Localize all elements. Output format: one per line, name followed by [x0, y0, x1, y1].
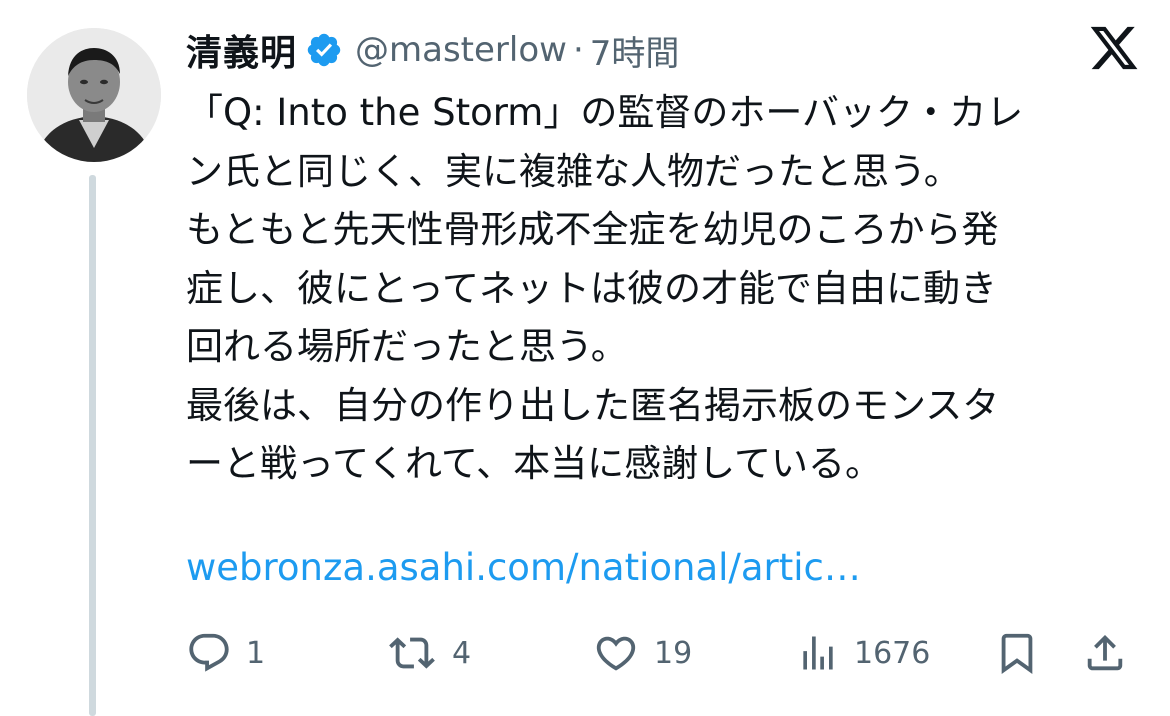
avatar[interactable] [27, 28, 161, 162]
tweet-text-line: 症し、彼にとってネットは彼の才能で自由に動き [186, 266, 998, 310]
timestamp[interactable]: 7時間 [590, 26, 680, 75]
heart-icon [592, 630, 640, 676]
retweet-count: 4 [452, 635, 472, 671]
display-name[interactable]: 清義明 [186, 24, 297, 76]
reply-icon [186, 630, 232, 676]
avatar-photo [27, 28, 161, 162]
x-logo-icon[interactable] [1088, 22, 1140, 74]
share-button[interactable] [1082, 618, 1128, 688]
share-icon [1082, 630, 1128, 676]
bookmark-icon [994, 630, 1040, 676]
action-bar: 1 4 19 1676 [186, 618, 1146, 688]
user-handle[interactable]: @masterlow [355, 30, 567, 70]
reply-button[interactable]: 1 [186, 618, 265, 688]
verified-badge-icon [305, 31, 343, 69]
tweet-text-line: ーと戦ってくれて、本当に感謝している。 [186, 442, 882, 485]
views-count: 1676 [854, 635, 931, 671]
reply-count: 1 [246, 635, 266, 671]
tweet-text: 「Q: Into the Storm」の監督のホーバック・カレ ン氏と同じく、実… [186, 84, 1131, 494]
thread-connector-line [89, 175, 96, 716]
separator-dot: · [572, 30, 584, 70]
tweet-text-line: 回れる場所だったと思う。 [186, 325, 628, 368]
retweet-icon [386, 630, 438, 676]
tweet-header: 清義明 @masterlow · 7時間 [186, 22, 679, 78]
bookmark-button[interactable] [994, 618, 1040, 688]
tweet-link[interactable]: webronza.asahi.com/national/artic… [186, 546, 861, 589]
views-button[interactable]: 1676 [796, 618, 930, 688]
tweet-text-line: 「Q: Into the Storm」の監督のホーバック・カレ [186, 91, 1024, 134]
like-count: 19 [654, 635, 693, 671]
tweet-text-line: もともと先天性骨形成不全症を幼児のころから発 [186, 208, 999, 251]
retweet-button[interactable]: 4 [386, 618, 471, 688]
tweet-text-line: ン氏と同じく、実に複雑な人物だったと思う。 [186, 149, 961, 193]
tweet-text-line: 最後は、自分の作り出した匿名掲示板のモンスタ [186, 383, 1000, 427]
views-bar-chart-icon [796, 630, 840, 676]
like-button[interactable]: 19 [592, 618, 692, 688]
